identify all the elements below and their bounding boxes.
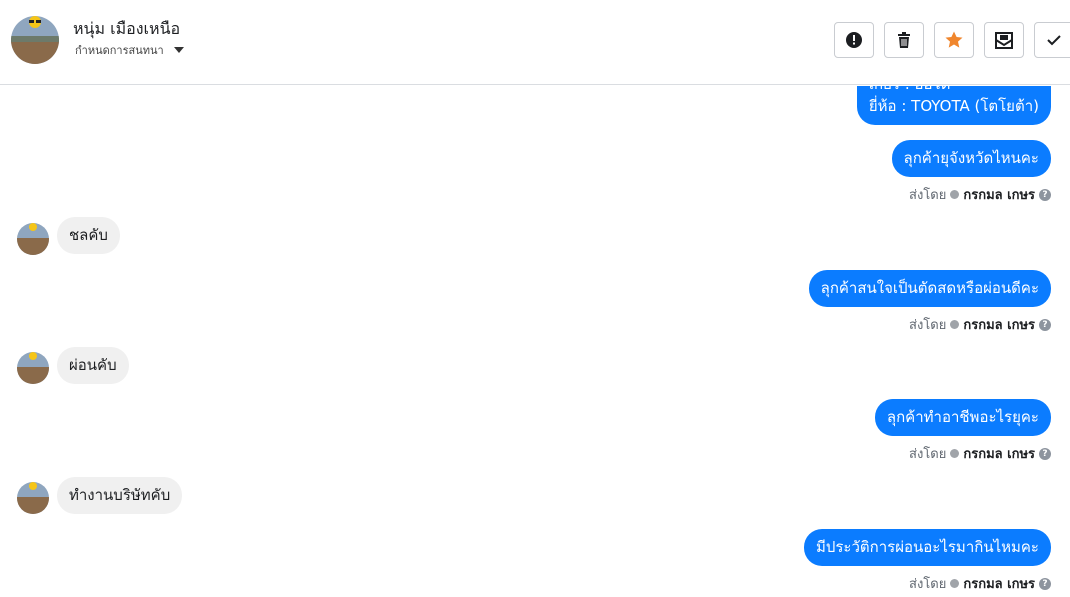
star-icon [945,31,963,48]
message-line: เกียร์ : ออโต้ [869,86,1039,95]
contact-avatar-small [17,223,49,255]
outgoing-message: ลุกค้าสนใจเป็นตัดสดหรือผ่อนดีคะ [808,270,1051,307]
exclamation-icon [846,32,862,48]
contact-avatar[interactable] [11,16,59,64]
contact-name[interactable]: หนุ่ม เมืองเหนือ [73,17,180,42]
outgoing-message: ลุกค้าทำอาชีพอะไรยุคะ [874,399,1051,436]
agent-name: กรกมล เกษร [963,577,1035,592]
help-icon[interactable]: ? [1039,577,1051,590]
sent-by-info: ส่งโดย กรกมล เกษร ? [909,573,1051,594]
help-icon[interactable]: ? [1039,318,1051,331]
sent-by-label: ส่งโดย [909,577,947,592]
mark-done-button[interactable] [1034,22,1070,58]
incoming-message: ผ่อนคับ [57,347,129,384]
agent-status-icon [950,579,960,588]
message-thread[interactable]: เกียร์ : ออโต้ ยี่ห้อ : TOYOTA (โตโยต้า)… [0,86,1070,597]
star-button[interactable] [934,22,974,58]
sent-by-info: ส่งโดย กรกมล เกษร ? [909,443,1051,464]
outgoing-message: เกียร์ : ออโต้ ยี่ห้อ : TOYOTA (โตโยต้า) [856,86,1051,125]
incoming-message: ทำงานบริษัทคับ [57,477,183,514]
message-line: ยี่ห้อ : TOYOTA (โตโยต้า) [868,97,1039,115]
sent-by-label: ส่งโดย [909,188,947,203]
caret-down-icon [173,47,184,53]
conversation-setting-label: กำหนดการสนทนา [75,44,164,57]
conversation-setting-dropdown[interactable]: กำหนดการสนทนา [75,41,184,59]
agent-name: กรกมล เกษร [963,188,1035,203]
envelope-icon [995,32,1013,49]
sent-by-label: ส่งโดย [909,447,947,462]
sent-by-info: ส่งโดย กรกมล เกษร ? [909,184,1051,205]
mark-spam-button[interactable] [834,22,874,58]
agent-name: กรกมล เกษร [963,447,1035,462]
header-actions [834,22,1070,58]
conversation-header: หนุ่ม เมืองเหนือ กำหนดการสนทนา [0,0,1070,85]
sent-by-info: ส่งโดย กรกมล เกษร ? [909,314,1051,335]
mark-unread-button[interactable] [984,22,1024,58]
agent-name: กรกมล เกษร [963,318,1035,333]
agent-status-icon [950,190,960,199]
contact-avatar-small [17,482,49,514]
outgoing-message: มีประวัติการผ่อนอะไรมากินไหมคะ [803,529,1051,566]
delete-button[interactable] [884,22,924,58]
contact-avatar-small [17,352,49,384]
help-icon[interactable]: ? [1039,188,1051,201]
outgoing-message: ลุกค้ายุจังหวัดไหนคะ [891,140,1051,177]
incoming-message: ชลคับ [57,217,120,254]
help-icon[interactable]: ? [1039,447,1051,460]
agent-status-icon [950,320,960,329]
check-icon [1047,35,1061,46]
agent-status-icon [950,449,960,458]
trash-icon [898,32,910,48]
sent-by-label: ส่งโดย [909,318,947,333]
